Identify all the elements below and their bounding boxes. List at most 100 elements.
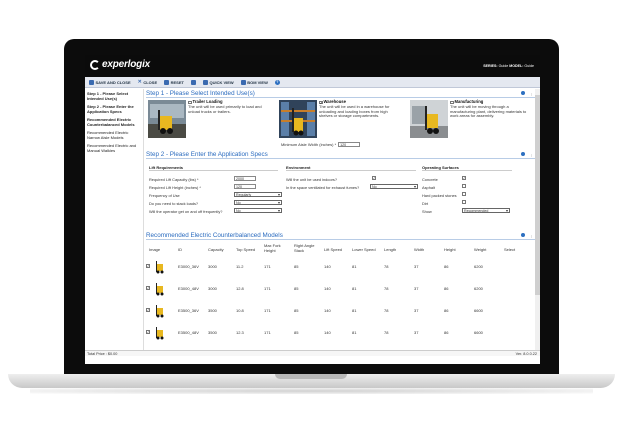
- step1-title: Step 1 - Please Select Intended Use(s) ⁝: [146, 89, 535, 98]
- min-aisle-input[interactable]: 120: [338, 142, 361, 147]
- divider: [422, 170, 512, 171]
- cell-lift-speed: 140: [324, 286, 331, 291]
- sidebar-item-walkies[interactable]: Recommended Electric and Manual Walkies: [87, 143, 141, 153]
- cell-capacity: 3000: [208, 264, 217, 269]
- help-button[interactable]: ?: [274, 79, 280, 85]
- preview-icon-button[interactable]: [190, 79, 196, 85]
- min-aisle-row: Minimum Aisle Width (inches) * 120: [281, 142, 361, 147]
- surface-dirt-checkbox[interactable]: [462, 200, 466, 204]
- cell-max-fork: 171: [264, 264, 271, 269]
- row-checkbox[interactable]: ✓: [146, 264, 150, 268]
- app-logo: experlogix: [90, 59, 150, 70]
- close-icon: ✕: [137, 78, 142, 85]
- table-row[interactable]: ✓ E3000_36V 3000 11.2 171 85 140 81 78 3…: [146, 256, 535, 277]
- cell-id: E3000_36V: [178, 264, 199, 269]
- height-input[interactable]: 120: [234, 184, 256, 189]
- col-select: Select: [504, 247, 516, 252]
- stack-select[interactable]: No: [234, 200, 282, 205]
- cell-length: 78: [384, 286, 389, 291]
- cell-width: 37: [414, 308, 419, 313]
- cell-top-speed: 10.8: [236, 308, 244, 313]
- intended-uses: Trailer Loading The unit will be used pr…: [146, 98, 535, 140]
- trailer-loading-photo: [148, 100, 186, 138]
- surface-concrete-checkbox[interactable]: ✓: [462, 176, 466, 180]
- col-lift-speed: Lift Speed: [324, 247, 343, 252]
- preview-icon: [190, 79, 196, 85]
- cell-right-angle: 85: [294, 286, 299, 291]
- bom-view-button[interactable]: BOM VIEW: [240, 79, 268, 85]
- forklift-thumbnail: [156, 327, 164, 340]
- frequency-select[interactable]: Regularly: [234, 192, 282, 197]
- help-icon[interactable]: [521, 152, 525, 156]
- col-weight: Weight: [474, 247, 487, 252]
- cell-height: 86: [444, 264, 449, 269]
- scrollbar-thumb[interactable]: [535, 95, 540, 295]
- divider: [149, 170, 278, 171]
- cell-right-angle: 85: [294, 264, 299, 269]
- cell-lower-speed: 81: [352, 308, 357, 313]
- sidebar-item-counterbalanced[interactable]: Recommended Electric Counterbalanced Mod…: [87, 117, 141, 127]
- close-button[interactable]: ✕ CLOSE: [137, 78, 158, 85]
- toolbar: SAVE AND CLOSE ✕ CLOSE RESET QUICK VIEW B…: [85, 77, 540, 88]
- reset-label: RESET: [170, 79, 184, 85]
- close-label: CLOSE: [143, 79, 158, 85]
- cell-max-fork: 171: [264, 330, 271, 335]
- table-row[interactable]: ✓ E3500_36V 3500 10.8 171 85 140 81 78 3…: [146, 300, 535, 321]
- row-checkbox[interactable]: ✓: [146, 286, 150, 290]
- surface-stones-label: Hard packed stones: [422, 193, 457, 198]
- help-icon[interactable]: [521, 91, 525, 95]
- cell-length: 78: [384, 330, 389, 335]
- collapse-icon[interactable]: ⁝: [531, 90, 532, 99]
- surface-asphalt-checkbox[interactable]: [462, 184, 466, 188]
- step2-title-text: Step 2 - Please Enter the Application Sp…: [146, 151, 268, 158]
- table-row[interactable]: ✓ E3000_48V 3000 12.8 171 85 140 81 78 3…: [146, 278, 535, 299]
- cell-width: 37: [414, 264, 419, 269]
- table-row[interactable]: ✓ E3500_48V 3500 12.3 171 85 140 81 78 3…: [146, 322, 535, 343]
- quick-view-button[interactable]: QUICK VIEW: [202, 79, 234, 85]
- sidebar-item-step2[interactable]: Step 2 - Please Enter the Application Sp…: [87, 104, 141, 114]
- use-trailer-loading: Trailer Loading The unit will be used pr…: [148, 99, 271, 140]
- help-icon[interactable]: [521, 233, 525, 237]
- series-label: SERIES:: [483, 64, 498, 68]
- cell-id: E3000_48V: [178, 286, 199, 291]
- main-content: Step 1 - Please Select Intended Use(s) ⁝: [146, 89, 535, 350]
- ventilated-select[interactable]: No: [370, 184, 418, 189]
- cell-max-fork: 171: [264, 308, 271, 313]
- step2-title: Step 2 - Please Enter the Application Sp…: [146, 150, 535, 159]
- total-price-label: Total Price :: [87, 352, 107, 356]
- row-checkbox[interactable]: ✓: [146, 308, 150, 312]
- sidebar-item-narrow-aisle[interactable]: Recommended Electric Narrow Aisle Models: [87, 130, 141, 140]
- application-specs: Lift Requirements Environment Operating …: [146, 159, 535, 231]
- cell-lower-speed: 81: [352, 286, 357, 291]
- show-select[interactable]: Recommended: [462, 208, 510, 213]
- cell-right-angle: 85: [294, 330, 299, 335]
- app-header: experlogix SERIES: Guide MODEL: Guide: [85, 55, 540, 77]
- row-checkbox[interactable]: ✓: [146, 330, 150, 334]
- reset-button[interactable]: RESET: [164, 79, 184, 85]
- cell-max-fork: 171: [264, 286, 271, 291]
- search-icon: [202, 79, 208, 85]
- app-screen: experlogix SERIES: Guide MODEL: Guide SA…: [85, 55, 540, 364]
- bom-view-label: BOM VIEW: [247, 79, 268, 85]
- model-label: MODEL:: [509, 64, 524, 68]
- onoff-select[interactable]: No: [234, 208, 282, 213]
- capacity-input[interactable]: 2000: [234, 176, 256, 181]
- save-and-close-button[interactable]: SAVE AND CLOSE: [89, 79, 131, 85]
- col-id: ID: [178, 247, 182, 252]
- surface-stones-checkbox[interactable]: [462, 192, 466, 196]
- cell-lift-speed: 140: [324, 264, 331, 269]
- model-value: Guide: [524, 64, 534, 68]
- height-label: Required Lift Height (inches) *: [149, 185, 201, 190]
- logo-icon: [90, 59, 100, 70]
- use-warehouse: ✓ Warehouse The unit will be used in a wa…: [279, 99, 402, 140]
- status-bar: Total Price : $0.00 Ver. 8.0.0.22: [85, 350, 540, 356]
- indoors-checkbox[interactable]: ✓: [372, 176, 376, 180]
- surface-dirt-label: Dirt: [422, 201, 429, 206]
- min-aisle-label: Minimum Aisle Width (inches) *: [281, 142, 337, 147]
- cell-id: E3500_36V: [178, 308, 199, 313]
- cell-weight: 6200: [474, 286, 483, 291]
- sidebar-item-step1[interactable]: Step 1 - Please Select Intended Use(s): [87, 91, 141, 101]
- version-text: Ver. 8.0.0.22: [515, 352, 537, 356]
- sidebar: Step 1 - Please Select Intended Use(s) S…: [85, 89, 144, 350]
- stack-label: Do you need to stack loads?: [149, 201, 199, 206]
